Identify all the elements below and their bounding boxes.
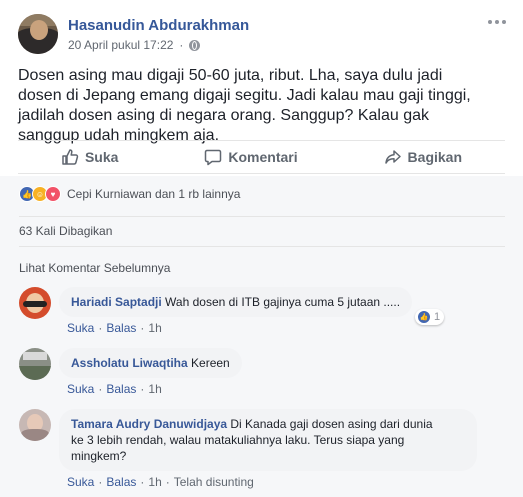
comment-author[interactable]: Tamara Audry Danuwidjaya <box>71 417 227 431</box>
share-icon <box>384 150 401 164</box>
comment-reply-link[interactable]: Balas <box>106 382 136 396</box>
post-text: Dosen asing mau digaji 50-60 juta, ribut… <box>18 67 471 144</box>
divider <box>19 246 505 247</box>
post-card: Hasanudin Abdurakhman 20 April pukul 17:… <box>0 0 523 497</box>
post-meta: 20 April pukul 17:22 · <box>68 38 201 52</box>
share-count[interactable]: 63 Kali Dibagikan <box>19 224 112 238</box>
meta-separator: · <box>179 38 184 52</box>
comment-label: Komentari <box>228 149 298 165</box>
comment-text: Wah dosen di ITB gajinya cuma 5 jutaan .… <box>165 295 401 309</box>
view-previous-comments-link[interactable]: Lihat Komentar Sebelumnya <box>19 261 170 275</box>
comment-bubble: Assholatu Liwaqtiha Kereen <box>59 348 242 378</box>
commenter-avatar[interactable] <box>19 409 51 441</box>
commenter-avatar[interactable] <box>19 348 51 380</box>
reactions-text[interactable]: Cepi Kurniawan dan 1 rb lainnya <box>67 187 240 201</box>
like-icon: 👍 <box>417 310 431 324</box>
comment-meta: Suka · Balas · 1h <box>67 382 162 396</box>
comment-like-link[interactable]: Suka <box>67 321 94 335</box>
author-avatar[interactable] <box>18 14 58 54</box>
comment-like-count[interactable]: 👍 1 <box>415 309 445 325</box>
comment-like-link[interactable]: Suka <box>67 475 94 489</box>
comment-bubble: Tamara Audry Danuwidjaya Di Kanada gaji … <box>59 409 477 471</box>
comment-item: Tamara Audry Danuwidjaya Di Kanada gaji … <box>19 409 509 489</box>
comment-like-link[interactable]: Suka <box>67 382 94 396</box>
post-actions: Suka Komentari Bagikan <box>18 140 505 174</box>
comment-time[interactable]: 1h <box>148 475 161 489</box>
share-label: Bagikan <box>407 149 463 165</box>
comment-meta: Suka · Balas · 1h · Telah disunting <box>67 475 254 489</box>
globe-icon <box>189 39 201 51</box>
comment-text: ke 3 lebih rendah, walau matakuliahnya l… <box>71 433 405 447</box>
comment-icon <box>205 149 222 166</box>
post-date[interactable]: 20 April pukul 17:22 <box>68 38 173 52</box>
comment-item: Hariadi Saptadji Wah dosen di ITB gajiny… <box>19 287 509 339</box>
comment-edited-label[interactable]: Telah disunting <box>174 475 254 489</box>
comment-text: Di Kanada gaji dosen asing dari dunia <box>230 417 433 431</box>
like-button[interactable]: Suka <box>61 148 118 166</box>
comment-text: mingkem? <box>71 449 127 463</box>
like-count-value: 1 <box>434 311 441 323</box>
comment-button[interactable]: Komentari <box>204 148 298 166</box>
comment-text: Kereen <box>191 356 230 370</box>
commenter-avatar[interactable] <box>19 287 51 319</box>
comments-section: 👍 ☺ ♥ Cepi Kurniawan dan 1 rb lainnya 63… <box>0 176 523 497</box>
comment-bubble: Hariadi Saptadji Wah dosen di ITB gajiny… <box>59 287 413 317</box>
comment-author[interactable]: Assholatu Liwaqtiha <box>71 356 188 370</box>
love-icon: ♥ <box>45 186 61 202</box>
comment-time[interactable]: 1h <box>148 321 161 335</box>
author-name[interactable]: Hasanudin Abdurakhman <box>68 17 249 34</box>
divider <box>19 216 505 217</box>
reactions-summary[interactable]: 👍 ☺ ♥ Cepi Kurniawan dan 1 rb lainnya <box>19 186 240 202</box>
comment-reply-link[interactable]: Balas <box>106 475 136 489</box>
share-button[interactable]: Bagikan <box>384 148 462 166</box>
more-options-icon[interactable] <box>488 16 508 28</box>
comment-item: Assholatu Liwaqtiha Kereen Suka · Balas … <box>19 348 509 400</box>
comment-meta: Suka · Balas · 1h <box>67 321 162 335</box>
reaction-icons: 👍 ☺ ♥ <box>19 186 61 202</box>
thumbs-up-icon <box>62 149 79 165</box>
comment-time[interactable]: 1h <box>148 382 161 396</box>
comment-reply-link[interactable]: Balas <box>106 321 136 335</box>
like-label: Suka <box>84 149 119 165</box>
post-header: Hasanudin Abdurakhman 20 April pukul 17:… <box>18 14 508 58</box>
comment-author[interactable]: Hariadi Saptadji <box>71 295 162 309</box>
